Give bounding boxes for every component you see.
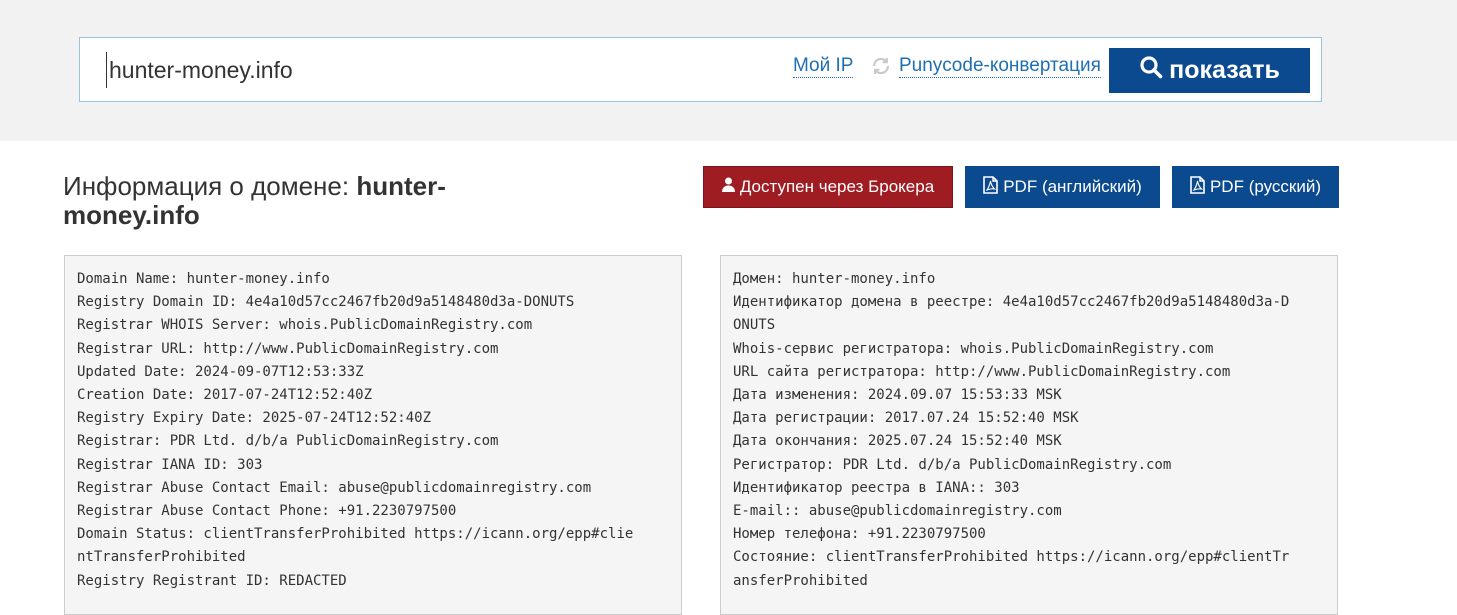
whois-line: Состояние: clientTransferProhibited http…	[733, 549, 1290, 566]
file-pdf-icon	[1190, 175, 1205, 199]
whois-line: ntTransferProhibited	[77, 549, 246, 566]
whois-line: Registrar: PDR Ltd. d/b/a PublicDomainRe…	[77, 433, 499, 450]
page-title: Информация о домене: hunter-money.info	[63, 172, 483, 230]
user-icon	[721, 177, 735, 197]
whois-line: Registrar WHOIS Server: whois.PublicDoma…	[77, 317, 533, 334]
whois-line: Дата окончания: 2025.07.24 15:52:40 MSK	[733, 433, 1062, 450]
whois-line: URL сайта регистратора: http://www.Publi…	[733, 363, 1231, 380]
search-icon	[1139, 55, 1163, 86]
file-pdf-icon	[983, 175, 999, 199]
whois-line: E-mail:: abuse@publicdomainregistry.com	[733, 503, 1062, 520]
broker-button-label: Доступен через Брокера	[739, 177, 935, 196]
whois-line: Updated Date: 2024-09-07T12:53:33Z	[77, 363, 364, 380]
page-title-prefix: Информация о домене:	[63, 171, 357, 201]
whois-line: Whois-сервис регистратора: whois.PublicD…	[733, 340, 1214, 357]
pdf-russian-label: PDF (русский)	[1209, 177, 1322, 196]
pdf-english-label: PDF (английский)	[1003, 177, 1142, 196]
whois-line: Идентификатор домена в реестре: 4e4a10d5…	[733, 294, 1290, 311]
whois-line: ansferProhibited	[733, 572, 868, 589]
search-band: Мой IP Punycode-конвертация показать	[0, 0, 1457, 141]
whois-line: Номер телефона: +91.2230797500	[733, 526, 986, 543]
whois-line: Registrar IANA ID: 303	[77, 456, 263, 473]
whois-line: Registrar Abuse Contact Phone: +91.22307…	[77, 503, 457, 520]
whois-line: Домен: hunter-money.info	[733, 271, 936, 287]
whois-line: Дата изменения: 2024.09.07 15:53:33 MSK	[733, 387, 1062, 404]
whois-line: Дата регистрации: 2017.07.24 15:52:40 MS…	[733, 410, 1079, 427]
pdf-english-button[interactable]: PDF (английский)	[965, 166, 1160, 208]
domain-search-input[interactable]	[106, 52, 709, 88]
show-button[interactable]: показать	[1109, 48, 1310, 93]
search-box: Мой IP Punycode-конвертация показать	[79, 37, 1322, 102]
whois-line: Registry Domain ID: 4e4a10d57cc2467fb20d…	[77, 294, 575, 311]
whois-english-panel: Domain Name: hunter-money.info Registry …	[64, 255, 682, 615]
whois-russian-panel: Домен: hunter-money.info Идентификатор д…	[720, 255, 1338, 615]
broker-button[interactable]: Доступен через Брокера	[703, 166, 953, 208]
whois-line: Registry Expiry Date: 2025-07-24T12:52:4…	[77, 410, 432, 427]
pdf-russian-button[interactable]: PDF (русский)	[1172, 166, 1339, 208]
refresh-icon	[870, 55, 892, 77]
show-button-label: показать	[1169, 56, 1280, 84]
whois-line: Creation Date: 2017-07-24T12:52:40Z	[77, 387, 373, 404]
whois-line: Регистратор: PDR Ltd. d/b/a PublicDomain…	[733, 456, 1172, 473]
whois-line: Идентификатор реестра в IANA:: 303	[733, 479, 1020, 496]
whois-line: ONUTS	[733, 317, 776, 334]
whois-line: Registry Registrant ID: REDACTED	[77, 572, 347, 589]
whois-line: Registrar URL: http://www.PublicDomainRe…	[77, 340, 499, 357]
my-ip-link[interactable]: Мой IP	[793, 55, 854, 78]
whois-line: Domain Name: hunter-money.info	[77, 271, 330, 287]
whois-line: Registrar Abuse Contact Email: abuse@pub…	[77, 479, 592, 496]
whois-line: Domain Status: clientTransferProhibited …	[77, 526, 634, 543]
punycode-conversion-link[interactable]: Punycode-конвертация	[899, 55, 1101, 78]
